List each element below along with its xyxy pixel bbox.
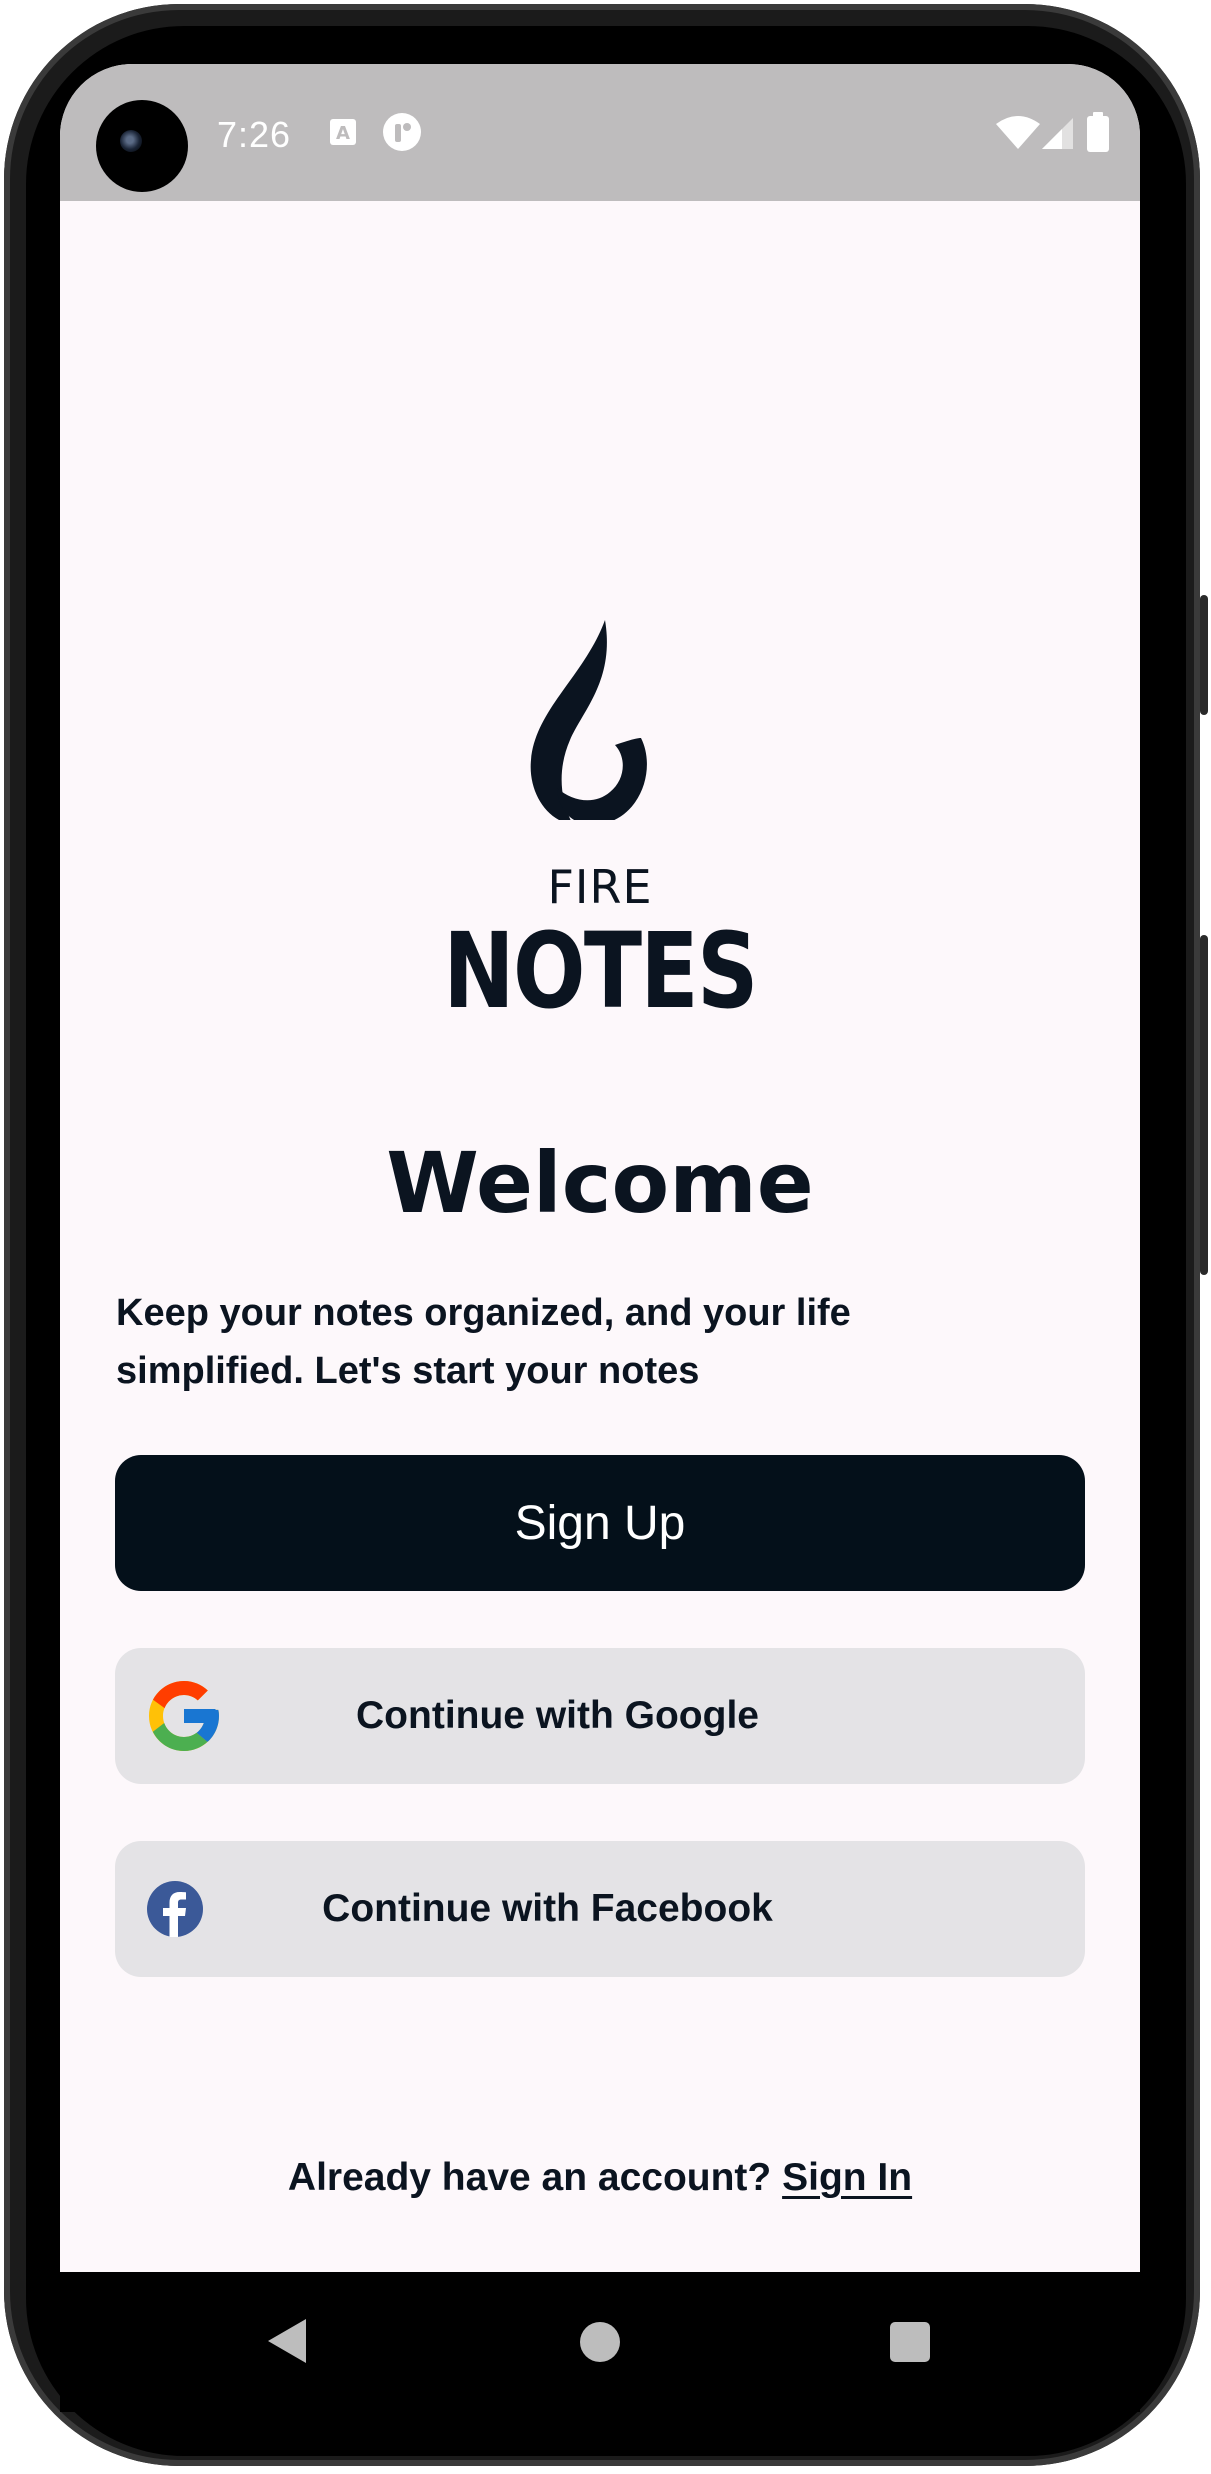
accessibility-icon bbox=[383, 113, 421, 151]
home-icon[interactable] bbox=[580, 2322, 620, 2362]
flame-logo-icon bbox=[530, 620, 647, 820]
sign-in-row: Already have an account? Sign In bbox=[60, 2156, 1140, 2200]
wifi-icon bbox=[996, 116, 1040, 149]
facebook-icon bbox=[147, 1881, 203, 1937]
welcome-title: Welcome bbox=[386, 1134, 814, 1232]
sign-up-button[interactable]: Sign Up bbox=[115, 1455, 1085, 1591]
system-nav-bar bbox=[60, 2272, 1140, 2412]
status-time: 7:26 bbox=[217, 114, 292, 155]
continue-with-google-button[interactable]: Continue with Google bbox=[115, 1648, 1085, 1784]
front-camera bbox=[96, 100, 188, 192]
brand-name-line1: FIRE bbox=[547, 860, 653, 914]
camera-lens bbox=[120, 130, 142, 152]
status-bar: 7:26 A bbox=[60, 64, 1140, 201]
google-icon bbox=[149, 1681, 219, 1751]
google-button-label: Continue with Google bbox=[356, 1694, 759, 1737]
welcome-tagline: Keep your notes organized, and your life… bbox=[116, 1284, 1016, 1400]
sign-up-label: Sign Up bbox=[514, 1496, 686, 1550]
tagline-line1: Keep your notes organized, and your life bbox=[116, 1292, 851, 1334]
continue-with-facebook-button[interactable]: Continue with Facebook bbox=[115, 1841, 1085, 1977]
signal-icon bbox=[1042, 118, 1073, 149]
sign-in-link[interactable]: Sign In bbox=[782, 2156, 912, 2199]
phone-frame: 7:26 A FIRE NOTES Welcome Keep your note… bbox=[0, 0, 1211, 2474]
volume-button bbox=[1200, 595, 1208, 715]
facebook-button-label: Continue with Facebook bbox=[322, 1887, 773, 1930]
brand-name-line2: NOTES bbox=[443, 910, 758, 1032]
sign-in-prompt: Already have an account? bbox=[287, 2156, 772, 2199]
recents-icon[interactable] bbox=[890, 2322, 930, 2362]
power-button bbox=[1200, 935, 1208, 1275]
svg-text:A: A bbox=[336, 123, 350, 144]
app-screen: 7:26 A FIRE NOTES Welcome Keep your note… bbox=[60, 64, 1140, 2272]
battery-icon bbox=[1087, 112, 1109, 152]
keyboard-a-icon: A bbox=[330, 119, 356, 145]
back-icon[interactable] bbox=[268, 2319, 306, 2363]
tagline-line2: simplified. Let's start your notes bbox=[116, 1350, 700, 1392]
